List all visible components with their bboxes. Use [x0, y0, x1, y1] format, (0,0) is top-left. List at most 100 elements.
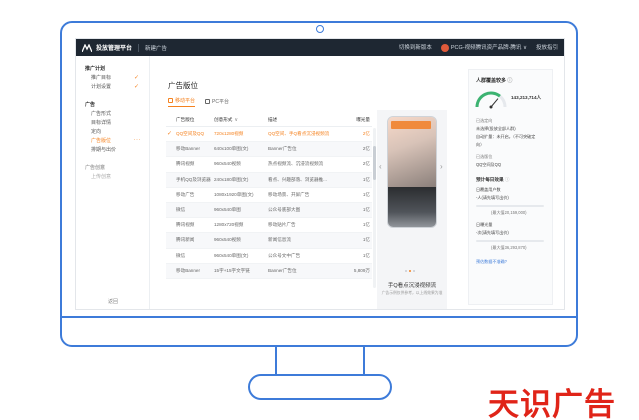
- daily-reach-label: 日覆盖用户数: [476, 187, 501, 192]
- table-row[interactable]: 腾讯新闻 960x540视频 新闻信息流 1亿: [166, 233, 372, 249]
- table-row[interactable]: ✓ QQ空间及QQ 720x1280视频 QQ空间、手Q看点沉浸视频流 2亿: [166, 127, 372, 143]
- column-header-format[interactable]: 创意形式 ∨: [214, 117, 268, 123]
- chevron-right-icon[interactable]: ›: [440, 162, 443, 171]
- cell-desc: 移动贴片广告: [268, 222, 296, 228]
- cell-reach: 1亿: [362, 252, 370, 258]
- sidebar-item-upload-creative[interactable]: 上传创意: [76, 173, 149, 182]
- user-menu[interactable]: PCG-视频腾讯资产品牌-腾讯 ∨: [440, 43, 527, 52]
- carousel-dot[interactable]: [409, 270, 411, 272]
- tab-mobile[interactable]: 移动平台: [168, 97, 196, 107]
- carousel-dot[interactable]: [413, 270, 415, 272]
- cell-desc: 热点视频流、沉浸流视频流: [268, 161, 324, 167]
- cell-desc: 新闻信息流: [268, 237, 291, 243]
- cell-name: 腾讯新闻: [176, 237, 195, 243]
- cell-format: 960x540单图: [214, 207, 241, 213]
- cell-name: 腾讯视频: [176, 222, 195, 228]
- cell-format: 240x180单图(文): [214, 176, 249, 182]
- forecast-title-text: 预计每日效果: [476, 177, 504, 182]
- sidebar-item-plan-settings[interactable]: 计划设置 ✓: [76, 83, 149, 92]
- cell-desc: Banner广告位: [268, 267, 297, 273]
- sidebar-item-ad-format[interactable]: 广告形式: [76, 110, 149, 119]
- cell-format: 960x540单图(文): [214, 252, 249, 258]
- sidebar: 推广计划 推广目标 ✓ 计划设置 ✓ 广告 广告形式 目标详情 定向 广告版位 ···…: [76, 56, 150, 309]
- table-row[interactable]: 移动广告 1080x1920单图(文) 移动场景、开屏广告 1亿: [166, 188, 372, 203]
- info-icon[interactable]: ⓘ: [507, 78, 512, 84]
- gauge-hub: [489, 105, 493, 109]
- back-button[interactable]: 返回: [76, 298, 150, 305]
- sidebar-group-title: 广告: [85, 102, 96, 108]
- selected-placement-label: 已选版位: [476, 154, 493, 159]
- selected-targeting-label: 已选定向: [476, 118, 493, 123]
- topbar-right: 切换到新版本 PCG-视频腾讯资产品牌-腾讯 ∨ 投放指引: [399, 43, 564, 52]
- app-screen: 投放管理平台 新建广告 切换到新版本 PCG-视频腾讯资产品牌-腾讯 ∨ 投放指…: [75, 38, 565, 310]
- cell-reach: 2亿: [362, 161, 370, 167]
- cell-desc: 公众号底部大图: [268, 207, 301, 213]
- cell-name: 腾讯视频: [176, 161, 195, 167]
- daily-impression-value: -次(请先填写出价): [476, 230, 509, 235]
- ad-preview: ‹ › 手Q看点沉浸视频流 广告示例仅供参考，以上线效果为准: [377, 110, 447, 309]
- table-row[interactable]: 移动Banner 640x100单图(文) Banner广告位 2亿: [166, 142, 372, 158]
- cell-desc: 公众号文中广告: [268, 252, 301, 258]
- brand-watermark: 天识广告: [488, 387, 616, 420]
- check-icon: ✓: [167, 131, 173, 138]
- auto-expand-value-cont: 向）: [476, 142, 485, 147]
- cell-desc: Banner广告位: [268, 146, 297, 152]
- daily-impression-bar: [476, 240, 544, 242]
- cell-format: 15字+15字文字链: [214, 267, 250, 273]
- sidebar-item-label: 推广目标: [91, 75, 112, 81]
- new-ad-link[interactable]: 新建广告: [145, 44, 167, 52]
- cell-reach: 1亿: [362, 222, 370, 228]
- chevron-left-icon[interactable]: ‹: [379, 162, 382, 171]
- forecast-feedback-link[interactable]: 预估数据不准确?: [476, 259, 507, 265]
- cell-desc: QQ空间、手Q看点沉浸视频流: [268, 131, 330, 137]
- table-scrollbar[interactable]: [373, 128, 376, 288]
- column-header: 描述: [268, 117, 278, 122]
- scroll-thumb[interactable]: [373, 146, 376, 180]
- sidebar-item-schedule-bid[interactable]: 排期与出价: [76, 146, 149, 155]
- audience-panel: 人群覆盖较多 ⓘ 143,213,714人 已选定向 未选择(投放全部人群) 自…: [468, 69, 553, 305]
- preview-subtitle: 广告示例仅供参考，以上线效果为准: [381, 291, 443, 295]
- placement-table: 广告版位 创意形式 ∨ 描述 曝光量 ✓ QQ空间及QQ 720x1280视频 QQ…: [166, 114, 372, 279]
- table-row[interactable]: 微信 960x540单图 公众号底部大图 1亿: [166, 202, 372, 219]
- carousel-dot[interactable]: [405, 270, 407, 272]
- sidebar-group-title: 推广计划: [85, 66, 106, 72]
- cell-format: 720x1280视频: [214, 131, 244, 137]
- tab-label: 移动平台: [175, 98, 196, 104]
- help-link[interactable]: 投放指引: [536, 43, 558, 51]
- table-row[interactable]: 移动Banner 15字+15字文字链 Banner广告位 5,809万: [166, 263, 372, 279]
- switch-version-link[interactable]: 切换到新版本: [399, 43, 432, 51]
- auto-expand-value: 自动扩量：未开启。（不可突破定: [476, 134, 536, 139]
- audience-gauge: [475, 91, 507, 109]
- monitor-icon: [205, 98, 211, 104]
- selected-placement-value: QQ空间及QQ: [476, 162, 502, 167]
- gauge-needle: [490, 98, 499, 108]
- more-icon: ···: [133, 137, 141, 143]
- cell-format: 640x100单图(文): [214, 146, 249, 152]
- cell-name: ✓ QQ空间及QQ: [166, 131, 214, 137]
- selected-targeting-value: 未选择(投放全部人群): [476, 126, 516, 131]
- audience-count: 143,213,714人: [511, 95, 542, 100]
- table-row[interactable]: 腾讯视频 960x540视频 热点视频流、沉浸流视频流 2亿: [166, 157, 372, 173]
- cell-reach: 1亿: [362, 176, 370, 182]
- cell-name: 手机QQ及浏览器: [176, 176, 211, 182]
- sidebar-group-ad: 广告 广告形式 目标详情 定向 广告版位 ··· 排期与出价: [76, 101, 149, 155]
- sidebar-item-target-detail[interactable]: 目标详情: [76, 119, 149, 128]
- table-row[interactable]: 腾讯视频 1280x720视频 移动贴片广告 1亿: [166, 218, 372, 234]
- cell-reach: 2亿: [362, 146, 370, 152]
- daily-impression-label: 日曝光量: [476, 222, 493, 227]
- info-icon[interactable]: ⓘ: [505, 177, 510, 182]
- platform-tabs: 移动平台 PC平台: [168, 97, 229, 107]
- camera-icon: [316, 25, 324, 33]
- column-header: 曝光量: [356, 117, 370, 122]
- preview-image: [388, 187, 436, 227]
- tab-pc[interactable]: PC平台: [205, 97, 229, 107]
- mobile-icon: [168, 98, 173, 103]
- table-row[interactable]: 手机QQ及浏览器 240x180单图(文) 看点、兴趣部落、浏览器推... 1亿: [166, 172, 372, 188]
- brand-logo-icon: [82, 43, 92, 52]
- cell-name: 移动Banner: [176, 146, 201, 152]
- table-row[interactable]: 微信 960x540单图(文) 公众号文中广告 1亿: [166, 249, 372, 264]
- audience-title: 人群覆盖较多 ⓘ: [476, 77, 512, 84]
- check-icon: ✓: [133, 84, 139, 90]
- sidebar-item-placement[interactable]: 广告版位 ···: [76, 137, 149, 146]
- sidebar-item-target[interactable]: 推广目标 ✓: [76, 74, 149, 83]
